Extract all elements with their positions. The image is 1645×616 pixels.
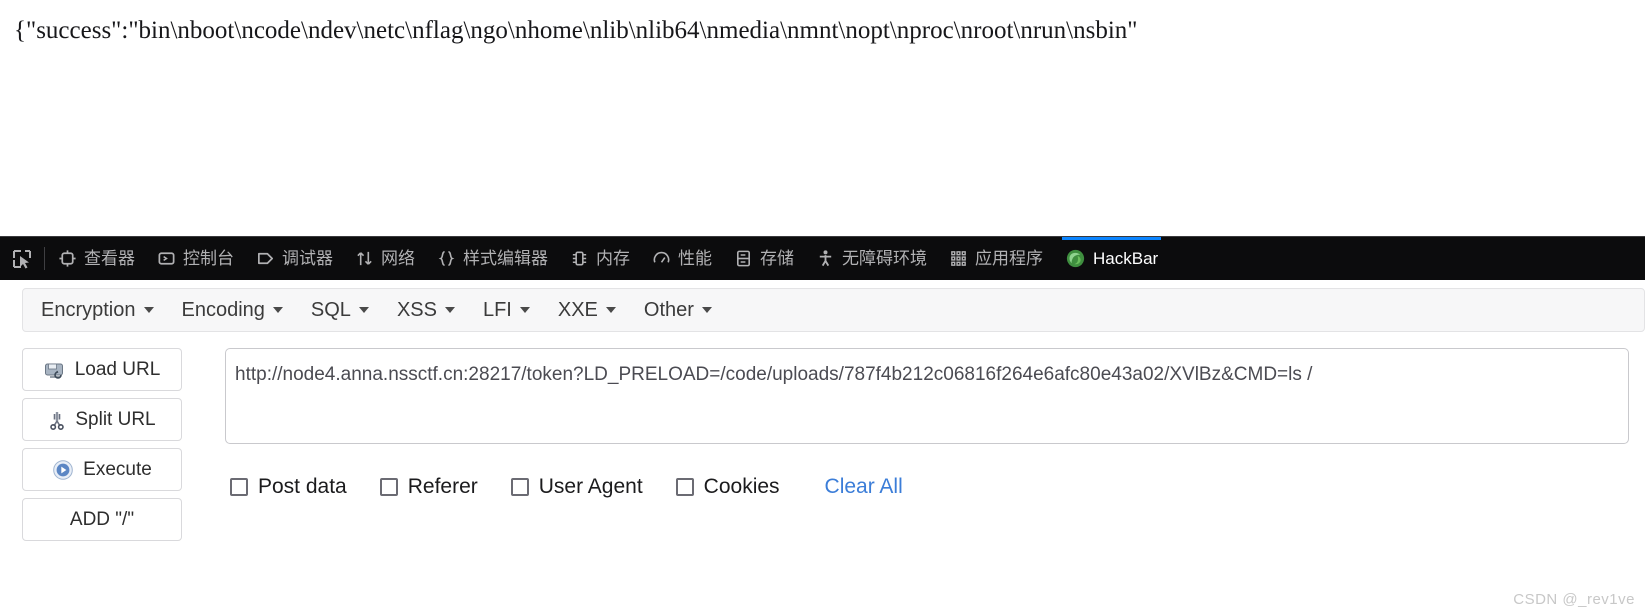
- firefox-icon: [1065, 248, 1086, 269]
- cookies-checkbox[interactable]: [675, 478, 694, 496]
- tab-label: 查看器: [84, 249, 135, 268]
- watermark-text: CSDN @_rev1ve: [1513, 591, 1635, 608]
- tab-accessibility[interactable]: 无障碍环境: [805, 237, 938, 280]
- tab-console[interactable]: 控制台: [146, 237, 245, 280]
- menu-encryption[interactable]: Encryption: [27, 293, 168, 328]
- toolbar-divider: [44, 247, 45, 270]
- load-url-button[interactable]: Load URL: [22, 348, 182, 391]
- menu-label: XSS: [396, 298, 437, 321]
- clear-all-link[interactable]: Clear All: [825, 475, 903, 499]
- split-url-button[interactable]: Split URL: [22, 398, 182, 441]
- tab-label: 网络: [381, 249, 415, 268]
- menu-label: Encryption: [41, 298, 136, 321]
- tab-inspector[interactable]: 查看器: [47, 237, 146, 280]
- user-agent-checkbox[interactable]: [510, 478, 529, 496]
- element-picker-icon[interactable]: [0, 237, 44, 280]
- chevron-down-icon: [358, 307, 369, 313]
- post-data-checkbox[interactable]: [230, 478, 248, 496]
- button-label: Execute: [83, 458, 152, 480]
- storage-icon: [734, 249, 753, 268]
- tab-label: 无障碍环境: [842, 249, 927, 268]
- chevron-down-icon: [605, 307, 616, 313]
- option-referer[interactable]: Referer: [379, 475, 478, 499]
- execute-button[interactable]: Execute: [22, 448, 182, 491]
- tab-label: 应用程序: [975, 249, 1043, 268]
- menu-lfi[interactable]: LFI: [469, 293, 544, 328]
- hackbar-action-buttons: Load URL Split URL Execute ADD "/": [22, 348, 182, 541]
- tab-label: 样式编辑器: [463, 249, 548, 268]
- application-icon: [949, 249, 968, 268]
- hackbar-request-area: Post data Referer User Agent Cookies Cle…: [225, 348, 1629, 499]
- network-icon: [355, 249, 374, 268]
- tab-performance[interactable]: 性能: [641, 237, 723, 280]
- hackbar-panel: Encryption Encoding SQL XSS LFI XXE Othe…: [0, 280, 1645, 616]
- browser-page-viewport: {"success":"bin\nboot\ncode\ndev\netc\nf…: [0, 0, 1645, 236]
- tab-style-editor[interactable]: 样式编辑器: [426, 237, 559, 280]
- inspector-icon: [58, 249, 77, 268]
- url-input[interactable]: [225, 348, 1629, 444]
- debugger-icon: [256, 249, 275, 268]
- menu-xss[interactable]: XSS: [383, 293, 469, 328]
- chevron-down-icon: [444, 307, 455, 313]
- menu-sql[interactable]: SQL: [297, 293, 383, 328]
- option-label: Cookies: [703, 475, 780, 498]
- menu-label: Encoding: [181, 298, 265, 321]
- chevron-down-icon: [519, 307, 530, 313]
- option-label: Referer: [407, 475, 478, 498]
- menu-label: Other: [643, 298, 694, 321]
- button-label: Split URL: [75, 408, 156, 430]
- menu-label: XXE: [557, 298, 598, 321]
- button-label: ADD "/": [69, 508, 135, 530]
- option-post-data[interactable]: Post data: [230, 475, 347, 499]
- accessibility-icon: [816, 249, 835, 268]
- hackbar-menubar: Encryption Encoding SQL XSS LFI XXE Othe…: [22, 288, 1645, 332]
- menu-xxe[interactable]: XXE: [544, 293, 630, 328]
- chevron-down-icon: [701, 307, 712, 313]
- tab-label: 调试器: [282, 249, 333, 268]
- option-user-agent[interactable]: User Agent: [510, 475, 643, 499]
- console-icon: [157, 249, 176, 268]
- request-options-row: Post data Referer User Agent Cookies Cle…: [225, 475, 1629, 499]
- scissors-icon: [48, 410, 66, 430]
- play-icon: [52, 459, 74, 481]
- tab-debugger[interactable]: 调试器: [245, 237, 344, 280]
- tab-label: 控制台: [183, 249, 234, 268]
- json-response-text: {"success":"bin\nboot\ncode\ndev\netc\nf…: [14, 17, 1138, 44]
- devtools-toolbar: 查看器 控制台 调试器 网络 样式编辑器 内存 性能 存储 无障碍环境 应用程序…: [0, 236, 1645, 280]
- tab-network[interactable]: 网络: [344, 237, 426, 280]
- tab-storage[interactable]: 存储: [723, 237, 805, 280]
- tab-label: 内存: [596, 249, 630, 268]
- menu-label: LFI: [482, 298, 512, 321]
- chevron-down-icon: [272, 307, 283, 313]
- button-label: Load URL: [74, 358, 161, 380]
- tab-label: 性能: [678, 249, 712, 268]
- memory-icon: [570, 249, 589, 268]
- referer-checkbox[interactable]: [379, 478, 398, 496]
- chevron-down-icon: [143, 307, 154, 313]
- tab-label: 存储: [760, 249, 794, 268]
- option-label: Post data: [258, 475, 347, 498]
- option-label: User Agent: [538, 475, 643, 498]
- tab-application[interactable]: 应用程序: [938, 237, 1054, 280]
- tab-memory[interactable]: 内存: [559, 237, 641, 280]
- tab-label: HackBar: [1093, 249, 1159, 268]
- load-url-icon: [44, 361, 66, 379]
- add-slash-button[interactable]: ADD "/": [22, 498, 182, 541]
- menu-other[interactable]: Other: [630, 293, 726, 328]
- performance-icon: [652, 249, 671, 268]
- menu-label: SQL: [310, 298, 351, 321]
- menu-encoding[interactable]: Encoding: [168, 293, 297, 328]
- style-editor-icon: [437, 249, 456, 268]
- option-cookies[interactable]: Cookies: [675, 475, 780, 499]
- tab-hackbar[interactable]: HackBar: [1054, 237, 1169, 280]
